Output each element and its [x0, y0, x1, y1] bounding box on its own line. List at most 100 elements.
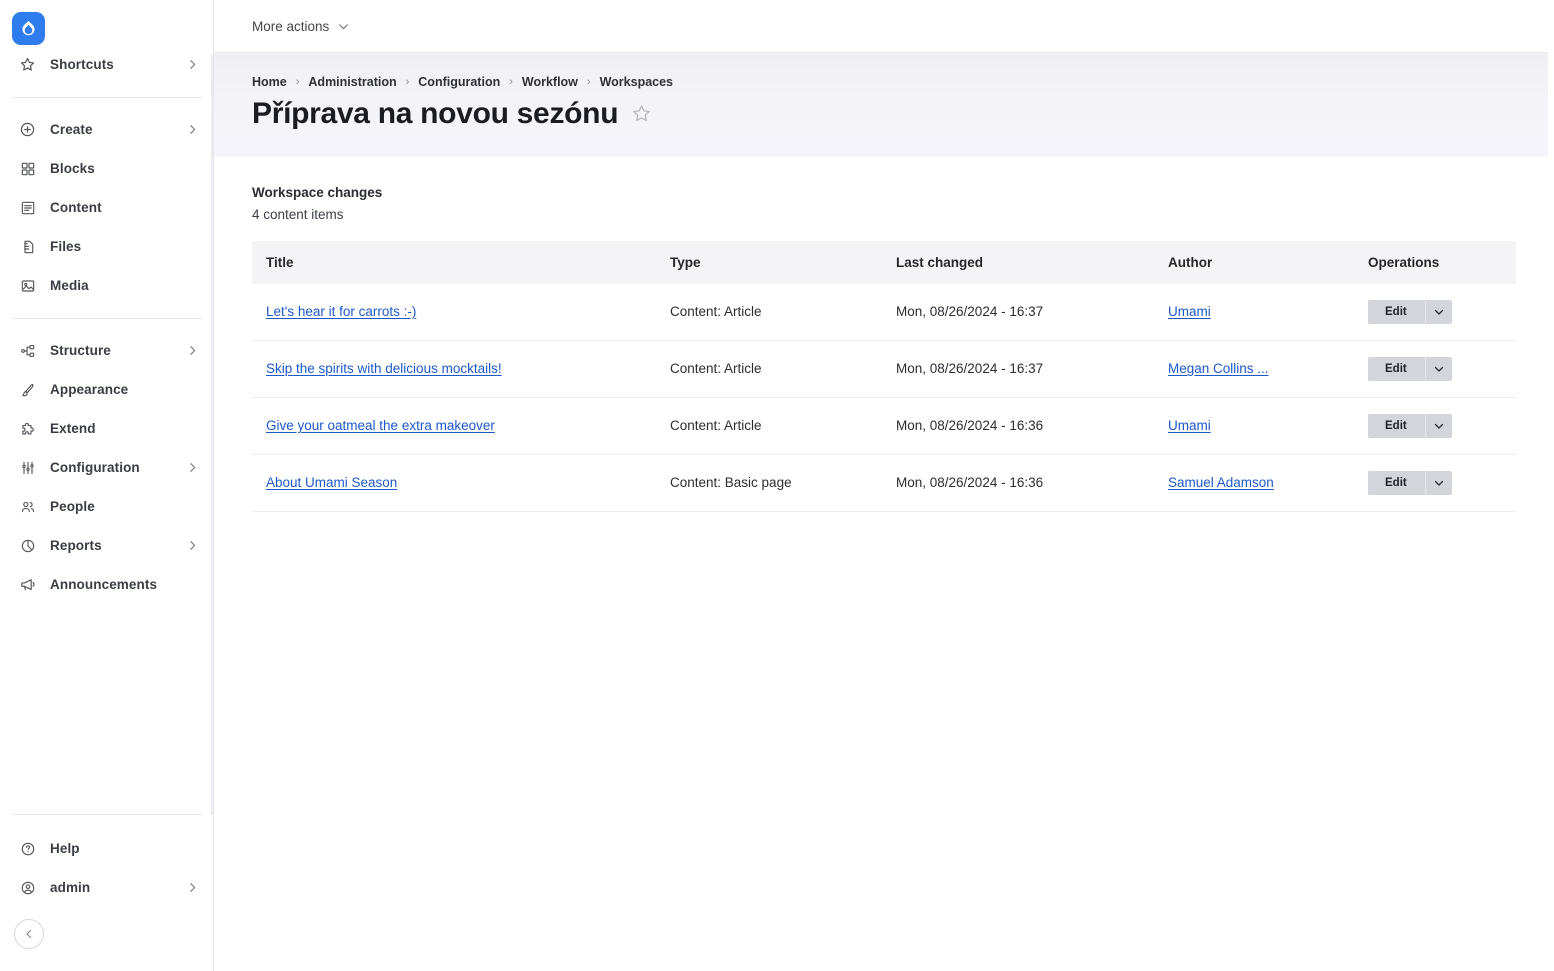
sidebar-item-label: Blocks: [50, 161, 95, 176]
sidebar-item-label: Announcements: [50, 577, 158, 592]
chevron-down-icon: [1434, 309, 1443, 315]
sidebar-item-label: Files: [50, 239, 82, 254]
logo-container: [0, 0, 213, 45]
breadcrumb-item-configuration[interactable]: Configuration: [418, 75, 500, 89]
sidebar-item-admin[interactable]: admin: [0, 868, 213, 907]
breadcrumb-item-workflow[interactable]: Workflow: [522, 75, 578, 89]
more-actions-button[interactable]: More actions: [252, 19, 350, 34]
author-link[interactable]: Umami: [1168, 304, 1211, 319]
operations-split-button: Edit: [1368, 356, 1452, 381]
more-actions-label: More actions: [252, 18, 330, 34]
people-icon: [18, 497, 37, 516]
sidebar-item-help[interactable]: Help: [0, 829, 213, 868]
breadcrumb-separator: ›: [509, 76, 513, 88]
sidebar-item-label: Media: [50, 278, 89, 293]
sidebar-item-structure[interactable]: Structure: [0, 331, 213, 370]
files-icon: [18, 237, 37, 256]
sidebar-item-files[interactable]: Files: [0, 227, 213, 266]
table-row: Skip the spirits with delicious mocktail…: [252, 340, 1516, 398]
column-header-author: Author: [1168, 240, 1368, 284]
sidebar-item-label: Structure: [50, 343, 111, 358]
content-title-link[interactable]: Let's hear it for carrots :-): [266, 304, 416, 319]
sidebar-item-media[interactable]: Media: [0, 266, 213, 305]
edit-button[interactable]: Edit: [1368, 299, 1426, 324]
content-title-link[interactable]: Give your oatmeal the extra makeover: [266, 418, 495, 433]
edit-button[interactable]: Edit: [1368, 356, 1426, 381]
sidebar-item-content[interactable]: Content: [0, 188, 213, 227]
favorite-star-icon[interactable]: [631, 103, 652, 124]
cell-last-changed: Mon, 08/26/2024 - 16:36: [896, 397, 1168, 455]
table-row: Give your oatmeal the extra makeover Con…: [252, 397, 1516, 455]
edit-button[interactable]: Edit: [1368, 470, 1426, 495]
page-title: Příprava na novou sezónu: [252, 97, 619, 130]
table-row: Let's hear it for carrots :-) Content: A…: [252, 283, 1516, 341]
operations-dropdown-toggle[interactable]: [1425, 413, 1452, 438]
sidebar-divider: [12, 318, 202, 319]
column-header-last-changed: Last changed: [896, 240, 1168, 284]
sidebar-item-configuration[interactable]: Configuration: [0, 448, 213, 487]
collapse-sidebar-button[interactable]: [14, 919, 44, 949]
drupal-logo[interactable]: [12, 12, 45, 45]
sidebar-item-extend[interactable]: Extend: [0, 409, 213, 448]
user-circle-icon: [18, 878, 37, 897]
sidebar-item-appearance[interactable]: Appearance: [0, 370, 213, 409]
megaphone-icon: [18, 575, 37, 594]
operations-dropdown-toggle[interactable]: [1425, 470, 1452, 495]
cell-operations: Edit: [1368, 340, 1516, 398]
operations-dropdown-toggle[interactable]: [1425, 299, 1452, 324]
sidebar-item-create[interactable]: Create: [0, 110, 213, 149]
breadcrumb-item-workspaces[interactable]: Workspaces: [600, 75, 673, 89]
sidebar-item-reports[interactable]: Reports: [0, 526, 213, 565]
chevron-right-icon: [186, 881, 199, 894]
chevron-right-icon: [186, 58, 199, 71]
content-title-link[interactable]: About Umami Season: [266, 475, 397, 490]
workspace-changes-table: Title Type Last changed Author Operation…: [252, 240, 1516, 512]
breadcrumb-separator: ›: [295, 76, 300, 88]
author-link[interactable]: Megan Collins ...: [1168, 361, 1269, 376]
author-link[interactable]: Umami: [1168, 418, 1211, 433]
operations-split-button: Edit: [1368, 299, 1452, 324]
table-row: About Umami Season Content: Basic page M…: [252, 454, 1516, 512]
sidebar-divider: [12, 97, 202, 98]
edit-button[interactable]: Edit: [1368, 413, 1426, 438]
operations-dropdown-toggle[interactable]: [1425, 356, 1452, 381]
sliders-icon: [18, 458, 37, 477]
cell-last-changed: Mon, 08/26/2024 - 16:37: [896, 340, 1168, 398]
sidebar-item-announcements[interactable]: Announcements: [0, 565, 213, 604]
plus-circle-icon: [18, 120, 37, 139]
content-icon: [18, 198, 37, 217]
sidebar-item-label: Shortcuts: [50, 57, 114, 72]
sidebar-item-people[interactable]: People: [0, 487, 213, 526]
chevron-down-icon: [337, 20, 350, 33]
author-link[interactable]: Samuel Adamson: [1168, 475, 1274, 490]
sidebar-item-label: Appearance: [50, 382, 129, 397]
column-header-title: Title: [252, 240, 670, 284]
sidebar-item-blocks[interactable]: Blocks: [0, 149, 213, 188]
sidebar-divider: [12, 814, 202, 815]
sidebar-item-shortcuts[interactable]: Shortcuts: [0, 45, 213, 84]
puzzle-icon: [18, 419, 37, 438]
cell-operations: Edit: [1368, 397, 1516, 455]
sidebar-item-label: People: [50, 499, 95, 514]
breadcrumb-item-home[interactable]: Home: [252, 75, 287, 89]
sidebar-item-label: Create: [50, 122, 93, 137]
main-area: More actions Home › Administration › Con…: [214, 0, 1554, 971]
content-items-count: 4 content items: [252, 206, 344, 222]
chart-pie-icon: [18, 536, 37, 555]
cell-type: Content: Article: [670, 283, 896, 341]
sidebar-nav-shortcuts: Shortcuts: [0, 45, 213, 84]
content-title-link[interactable]: Skip the spirits with delicious mocktail…: [266, 361, 502, 376]
chevron-down-icon: [1434, 480, 1443, 486]
topbar: More actions: [214, 0, 1554, 52]
cell-title: Let's hear it for carrots :-): [252, 283, 670, 341]
breadcrumb-item-administration[interactable]: Administration: [308, 75, 396, 89]
sidebar-footer: Help admin: [0, 814, 213, 971]
cell-title: Skip the spirits with delicious mocktail…: [252, 340, 670, 398]
cell-type: Content: Article: [670, 340, 896, 398]
chevron-down-icon: [1434, 366, 1443, 372]
chevron-down-icon: [1434, 423, 1443, 429]
sidebar-item-label: Help: [50, 841, 80, 856]
cell-type: Content: Article: [670, 397, 896, 455]
chevron-right-icon: [186, 461, 199, 474]
